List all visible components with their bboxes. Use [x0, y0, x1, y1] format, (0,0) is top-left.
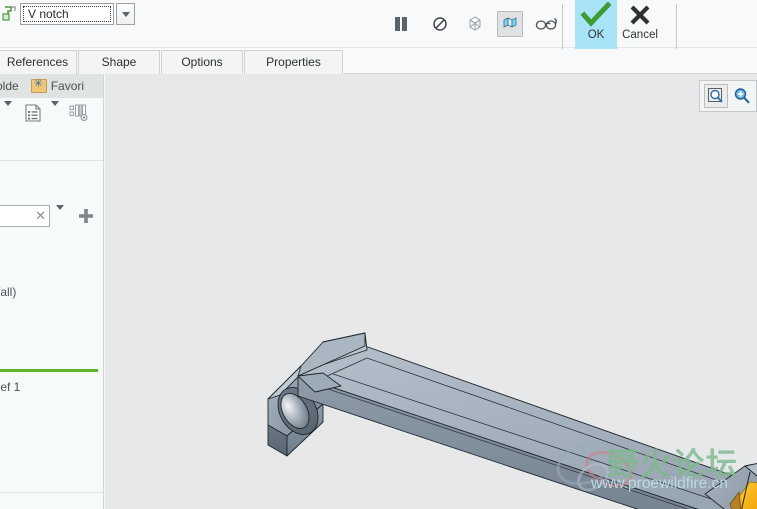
navigator-divider-1 — [0, 160, 103, 161]
tree-columns-button[interactable] — [24, 103, 42, 128]
glasses-icon — [535, 18, 557, 30]
tree-item-relief[interactable]: lief 1 — [0, 380, 20, 394]
pause-icon — [395, 17, 407, 31]
add-item-button[interactable] — [78, 208, 94, 226]
green-check-icon — [580, 2, 612, 27]
black-x-icon — [630, 5, 650, 25]
wireframe-box-icon — [469, 16, 481, 31]
clear-x-icon[interactable]: ✕ — [35, 208, 46, 224]
chevron-down-icon — [56, 205, 64, 227]
favorites-folder-icon — [30, 77, 47, 93]
search-scope-dropdown-button[interactable] — [56, 205, 64, 228]
tab-references[interactable]: References — [0, 50, 77, 74]
no-entry-icon — [433, 17, 447, 31]
view-glasses-button[interactable] — [534, 11, 560, 37]
navigator-toolbar — [0, 100, 103, 130]
zoom-box-icon — [708, 88, 723, 103]
shaded-preview-icon — [503, 17, 517, 28]
no-preview-button[interactable] — [427, 11, 453, 37]
chevron-down-icon — [51, 101, 59, 123]
navigator-search-field[interactable]: ✕ — [0, 205, 50, 227]
ok-button[interactable]: OK — [575, 0, 617, 50]
tree-columns-dropdown-button[interactable] — [51, 101, 59, 124]
chevron-down-icon — [121, 11, 130, 17]
dashboard-tool-group — [385, 0, 563, 48]
navigator-panel: olde Favori — [0, 74, 104, 509]
navigator-header: olde Favori — [0, 74, 103, 98]
navigator-divider-2 — [0, 492, 103, 493]
graphics-viewport[interactable]: 野火论坛 www.proewildfire.cn — [105, 74, 757, 509]
tab-row-filler — [344, 50, 757, 74]
zoom-in-icon — [734, 88, 750, 104]
tree-filter-button[interactable] — [69, 103, 89, 128]
pause-resume-button[interactable] — [388, 11, 414, 37]
tab-properties[interactable]: Properties — [244, 50, 343, 74]
tab-options[interactable]: Options — [161, 50, 243, 74]
feature-name-input[interactable]: V notch — [23, 6, 111, 22]
favorites-label[interactable]: Favori — [51, 79, 84, 93]
tab-shape[interactable]: Shape — [78, 50, 160, 74]
viewport-zoom-toolbar — [699, 80, 757, 112]
creo-feature-dashboard-window: V notch OK Cancel References Shape Optio… — [0, 0, 757, 509]
folders-label[interactable]: olde — [0, 79, 19, 93]
bracket-arm-model[interactable] — [105, 74, 757, 509]
cancel-button-label: Cancel — [622, 29, 658, 41]
feature-name-field[interactable]: V notch — [20, 3, 114, 25]
zoom-in-button[interactable] — [730, 84, 754, 108]
tree-item-all[interactable]: /all) — [0, 285, 16, 299]
zoom-box-button[interactable] — [704, 84, 728, 108]
cancel-button[interactable]: Cancel — [617, 0, 663, 50]
navigator-tree-dropdown-button[interactable] — [4, 101, 12, 124]
ok-button-label: OK — [587, 29, 605, 41]
plus-icon — [79, 209, 93, 223]
shaded-preview-button[interactable] — [497, 11, 523, 37]
feature-dashboard-bar: V notch OK Cancel — [0, 0, 757, 60]
insert-here-indicator — [0, 369, 98, 372]
list-document-icon — [25, 103, 41, 122]
relief-feature-icon — [2, 4, 20, 24]
wireframe-preview-button[interactable] — [462, 11, 488, 37]
chevron-down-icon — [4, 101, 12, 123]
dashboard-tab-row: References Shape Options Properties — [0, 49, 757, 74]
feature-name-dropdown-button[interactable] — [116, 3, 135, 25]
tree-filter-icon — [69, 104, 88, 121]
